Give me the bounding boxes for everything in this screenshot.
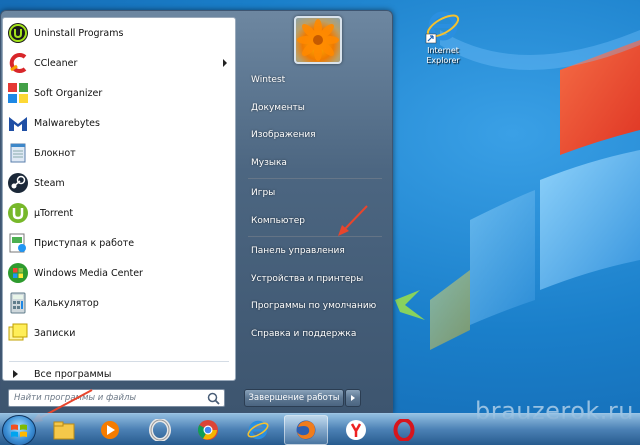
start-button[interactable] bbox=[2, 415, 36, 445]
ccleaner-icon bbox=[6, 51, 30, 75]
program-calculator[interactable]: Калькулятор bbox=[3, 288, 235, 318]
program-label: Steam bbox=[34, 177, 65, 189]
program-label: µTorrent bbox=[34, 207, 74, 219]
start-menu-programs-pane: Uninstall Programs CCleaner Soft Organiz… bbox=[2, 17, 236, 381]
place-documents[interactable]: Документы bbox=[242, 95, 388, 123]
place-control-panel[interactable]: Панель управления bbox=[242, 238, 388, 266]
start-menu-places: Wintest Документы Изображения Музыка Игр… bbox=[242, 67, 388, 348]
notepad-icon bbox=[6, 141, 30, 165]
file-explorer-icon bbox=[53, 421, 75, 440]
program-utorrent[interactable]: µTorrent bbox=[3, 198, 235, 228]
program-uninstall-programs[interactable]: Uninstall Programs bbox=[3, 18, 235, 48]
malwarebytes-icon bbox=[6, 111, 30, 135]
internet-explorer-icon bbox=[247, 420, 269, 440]
place-music[interactable]: Музыка bbox=[242, 150, 388, 178]
search-icon[interactable] bbox=[207, 392, 220, 405]
shutdown-button[interactable]: Завершение работы bbox=[244, 389, 344, 407]
separator bbox=[248, 178, 382, 179]
opera-red-icon bbox=[393, 419, 415, 441]
program-malwarebytes[interactable]: Malwarebytes bbox=[3, 108, 235, 138]
program-windows-media-center[interactable]: Windows Media Center bbox=[3, 258, 235, 288]
separator bbox=[248, 236, 382, 237]
chrome-icon bbox=[197, 420, 218, 440]
program-getting-started[interactable]: Приступая к работе bbox=[3, 228, 235, 258]
firefox-icon bbox=[296, 420, 316, 440]
program-label: Windows Media Center bbox=[34, 267, 143, 279]
all-programs-label: Все программы bbox=[34, 368, 112, 380]
all-programs-button[interactable]: Все программы bbox=[3, 363, 235, 385]
getting-started-icon bbox=[6, 231, 30, 255]
program-soft-organizer[interactable]: Soft Organizer bbox=[3, 78, 235, 108]
program-sticky-notes[interactable]: Записки bbox=[3, 318, 235, 348]
flower-picture bbox=[297, 19, 339, 61]
pinned-programs-list: Uninstall Programs CCleaner Soft Organiz… bbox=[3, 18, 235, 348]
place-default-programs[interactable]: Программы по умолчанию bbox=[242, 293, 388, 321]
calculator-icon bbox=[6, 291, 30, 315]
program-label: Uninstall Programs bbox=[34, 27, 124, 39]
steam-icon bbox=[6, 171, 30, 195]
taskbar-explorer[interactable] bbox=[42, 415, 86, 445]
yandex-browser-icon bbox=[346, 420, 366, 440]
taskbar-chrome[interactable] bbox=[186, 415, 230, 445]
windows-logo-icon bbox=[11, 424, 27, 437]
program-label: Калькулятор bbox=[34, 297, 99, 309]
taskbar bbox=[0, 413, 640, 445]
iobit-uninstaller-icon bbox=[6, 21, 30, 45]
start-search-box[interactable] bbox=[8, 389, 225, 407]
taskbar-media-player[interactable] bbox=[88, 415, 132, 445]
sticky-notes-icon bbox=[6, 321, 30, 345]
separator bbox=[9, 361, 229, 362]
taskbar-firefox[interactable] bbox=[284, 415, 328, 445]
user-avatar[interactable] bbox=[294, 16, 342, 64]
shutdown-options-button[interactable] bbox=[345, 389, 361, 407]
desktop-icon-internet-explorer[interactable]: Internet Explorer bbox=[413, 8, 473, 66]
place-pictures[interactable]: Изображения bbox=[242, 122, 388, 150]
windows-media-center-icon bbox=[6, 261, 30, 285]
opera-icon bbox=[149, 419, 171, 441]
taskbar-yandex[interactable] bbox=[334, 415, 378, 445]
program-label: Malwarebytes bbox=[34, 117, 100, 129]
place-user-folder[interactable]: Wintest bbox=[242, 67, 388, 95]
place-devices-printers[interactable]: Устройства и принтеры bbox=[242, 266, 388, 294]
program-label: Записки bbox=[34, 327, 76, 339]
program-label: CCleaner bbox=[34, 57, 78, 69]
media-player-icon bbox=[101, 421, 119, 439]
place-games[interactable]: Игры bbox=[242, 180, 388, 208]
place-computer[interactable]: Компьютер bbox=[242, 208, 388, 236]
program-label: Приступая к работе bbox=[34, 237, 135, 249]
utorrent-icon bbox=[6, 201, 30, 225]
soft-organizer-icon bbox=[6, 81, 30, 105]
taskbar-opera[interactable] bbox=[138, 415, 182, 445]
all-programs-arrow-icon bbox=[13, 370, 18, 378]
program-ccleaner[interactable]: CCleaner bbox=[3, 48, 235, 78]
program-label: Блокнот bbox=[34, 147, 76, 159]
program-steam[interactable]: Steam bbox=[3, 168, 235, 198]
program-label: Soft Organizer bbox=[34, 87, 103, 99]
program-notepad[interactable]: Блокнот bbox=[3, 138, 235, 168]
taskbar-internet-explorer[interactable] bbox=[236, 415, 280, 445]
internet-explorer-icon bbox=[425, 11, 460, 44]
taskbar-opera-red[interactable] bbox=[382, 415, 426, 445]
search-input[interactable] bbox=[14, 393, 200, 403]
chevron-right-icon bbox=[351, 395, 355, 401]
submenu-arrow-icon[interactable] bbox=[223, 59, 227, 67]
start-menu: Uninstall Programs CCleaner Soft Organiz… bbox=[0, 10, 393, 413]
desktop-icon-label: Internet Explorer bbox=[426, 46, 460, 65]
place-help-support[interactable]: Справка и поддержка bbox=[242, 321, 388, 349]
